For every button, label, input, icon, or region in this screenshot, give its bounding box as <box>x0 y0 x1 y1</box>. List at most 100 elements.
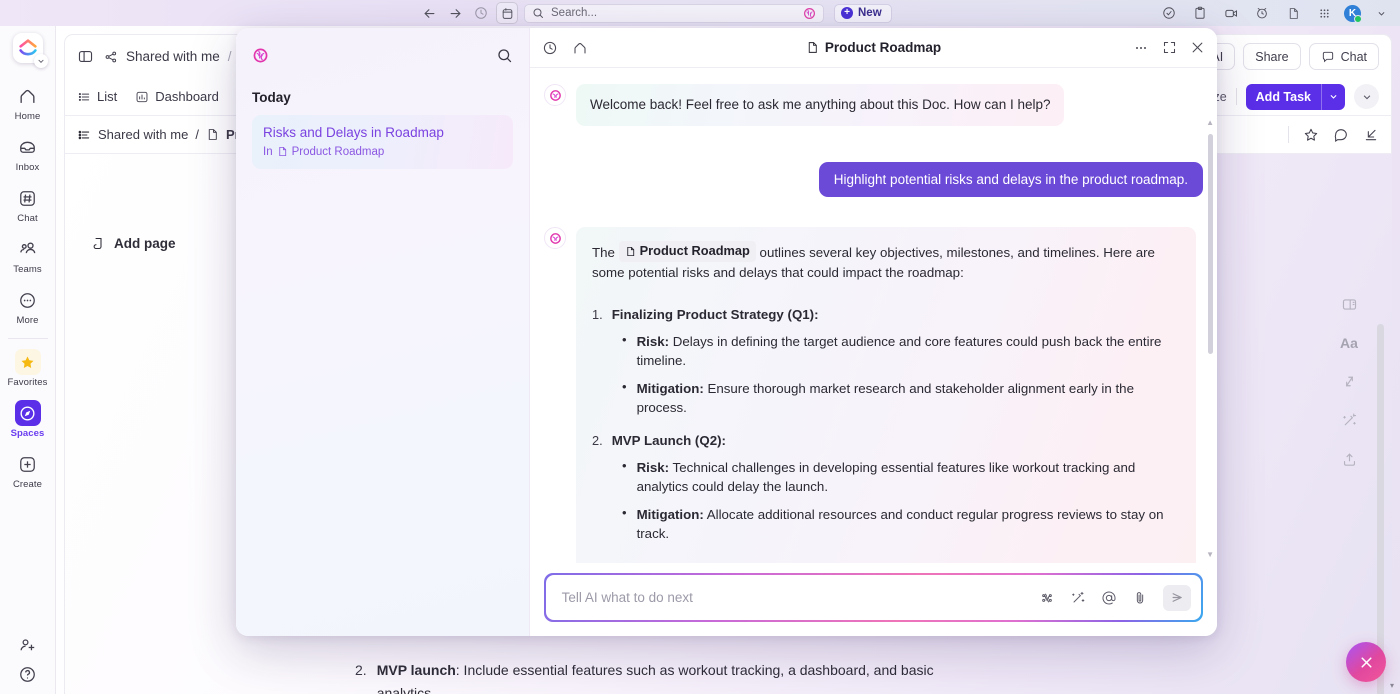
workspace-logo[interactable] <box>12 33 48 68</box>
sidebar-item-label: Home <box>14 111 41 122</box>
brain-ai-icon[interactable] <box>1039 590 1055 606</box>
app-grid-icon[interactable] <box>1313 2 1335 24</box>
divider <box>1288 126 1289 143</box>
sidebar-item-inbox[interactable]: Inbox <box>0 128 56 179</box>
tab-list-label: List <box>97 89 118 104</box>
left-sidebar: Home Inbox Chat Teams More Favorites Spa… <box>0 26 56 694</box>
ai-input-area: Tell AI what to do next <box>530 563 1217 636</box>
chevron-down-icon[interactable] <box>1370 2 1392 24</box>
magic-wand-icon[interactable] <box>1341 412 1358 429</box>
brain-ai-icon[interactable] <box>252 47 269 64</box>
panel-layout-icon[interactable] <box>1341 296 1358 313</box>
calendar-icon[interactable] <box>496 2 518 24</box>
chevron-down-icon[interactable] <box>1321 83 1345 110</box>
answer-risk-list: 1. Finalizing Product Strategy (Q1): • R… <box>592 305 1180 544</box>
ai-assistant-modal: Today Risks and Delays in Roadmap In Pro… <box>236 28 1217 636</box>
sidebar-item-teams[interactable]: Teams <box>0 230 56 281</box>
new-button[interactable]: + New <box>834 3 892 23</box>
clipboard-icon[interactable] <box>1189 2 1211 24</box>
document-icon[interactable] <box>1282 2 1304 24</box>
scroll-down-arrow[interactable]: ▼ <box>1206 550 1214 559</box>
video-camera-icon[interactable] <box>1220 2 1242 24</box>
forward-arrow-icon[interactable] <box>444 2 466 24</box>
close-icon[interactable] <box>1190 40 1205 55</box>
check-circle-icon[interactable] <box>1158 2 1180 24</box>
close-ai-fab-button[interactable] <box>1346 642 1386 682</box>
document-icon <box>625 246 636 257</box>
sidebar-item-favorites[interactable]: Favorites <box>0 343 56 394</box>
item-number: 1. <box>592 306 603 322</box>
doc-item-number: 2. <box>355 662 367 678</box>
send-button[interactable] <box>1163 584 1192 611</box>
ai-message-list[interactable]: Welcome back! Feel free to ask me anythi… <box>530 68 1217 563</box>
sidebar-item-chat[interactable]: Chat <box>0 179 56 230</box>
star-outline-icon[interactable] <box>1303 127 1319 143</box>
doc-reference-label: Product Roadmap <box>639 243 750 259</box>
back-arrow-icon[interactable] <box>418 2 440 24</box>
search-icon <box>532 7 544 19</box>
history-section-label: Today <box>252 90 291 105</box>
search-icon[interactable] <box>496 47 513 64</box>
invite-user-icon[interactable] <box>18 636 37 655</box>
add-task-label: Add Task <box>1255 89 1311 104</box>
comment-icon[interactable] <box>1333 127 1349 143</box>
relationships-icon[interactable] <box>1341 373 1358 390</box>
sidebar-item-more[interactable]: More <box>0 281 56 332</box>
doc-breadcrumb-root[interactable]: Shared with me <box>98 127 188 142</box>
conversation-scrollbar[interactable] <box>1208 134 1213 354</box>
document-scrollbar[interactable] <box>1377 324 1384 694</box>
add-page-button[interactable]: Add page <box>91 236 176 251</box>
bullet-text: Delays in defining the target audience a… <box>636 333 1162 368</box>
sidebar-item-spaces[interactable]: Spaces <box>0 394 56 445</box>
browser-right-icons: K <box>1158 2 1400 24</box>
add-task-button[interactable]: Add Task <box>1245 83 1345 110</box>
tab-dashboard[interactable]: Dashboard <box>135 89 219 104</box>
attachment-clip-icon[interactable] <box>1132 590 1148 606</box>
history-icon[interactable] <box>542 40 558 56</box>
tab-dashboard-label: Dashboard <box>155 89 219 104</box>
tab-list[interactable]: List <box>77 89 117 104</box>
doc-body-text[interactable]: 2. MVP launch: Include essential feature… <box>355 659 995 694</box>
more-options-button[interactable] <box>1354 84 1379 109</box>
dashboard-icon <box>135 90 149 104</box>
help-circle-icon[interactable] <box>18 665 37 684</box>
chat-bubble-icon <box>1321 50 1335 64</box>
avatar[interactable]: K <box>1344 4 1362 23</box>
chat-button[interactable]: Chat <box>1308 43 1379 70</box>
share-button[interactable]: Share <box>1243 43 1301 70</box>
sidebar-divider <box>7 338 48 339</box>
breadcrumb[interactable]: Shared with me / <box>104 49 232 64</box>
brain-ai-icon[interactable] <box>803 7 816 20</box>
browser-search-input[interactable]: Search... <box>524 3 824 23</box>
bullet-label: Mitigation: <box>636 507 704 523</box>
ai-input-gradient-border: Tell AI what to do next <box>544 573 1203 622</box>
history-entry[interactable]: Risks and Delays in Roadmap In Product R… <box>252 115 513 169</box>
bullet-dot: • <box>622 457 627 473</box>
sidebar-item-label: Create <box>12 479 43 490</box>
breadcrumb-root[interactable]: Shared with me <box>126 49 220 64</box>
magic-wand-icon[interactable] <box>1070 590 1086 606</box>
more-horizontal-icon[interactable] <box>1133 40 1149 56</box>
sidebar-item-create[interactable]: Create <box>0 445 56 496</box>
teams-people-icon <box>15 236 41 262</box>
mention-at-icon[interactable] <box>1101 590 1117 606</box>
alarm-clock-icon[interactable] <box>1251 2 1273 24</box>
list-item: 1. Finalizing Product Strategy (Q1): <box>592 305 1180 325</box>
add-page-icon <box>91 236 106 251</box>
history-icon[interactable] <box>470 2 492 24</box>
share-upload-icon[interactable] <box>1341 451 1358 468</box>
panel-toggle-icon[interactable] <box>77 48 94 65</box>
sidebar-item-label: Chat <box>17 213 38 224</box>
doc-reference-chip[interactable]: Product Roadmap <box>618 241 756 263</box>
item-title: MVP Launch (Q2): <box>611 432 726 448</box>
expand-icon[interactable] <box>1162 40 1177 55</box>
home-icon[interactable] <box>572 40 588 56</box>
chevron-down-icon[interactable] <box>33 54 48 68</box>
browser-search-placeholder: Search... <box>551 7 598 19</box>
scroll-up-arrow[interactable]: ▲ <box>1206 118 1214 127</box>
font-size-icon[interactable]: Aa <box>1340 335 1358 351</box>
ai-prompt-input[interactable]: Tell AI what to do next <box>545 574 1202 621</box>
sidebar-item-home[interactable]: Home <box>0 77 56 128</box>
more-dots-icon <box>15 287 41 313</box>
collapse-icon[interactable] <box>1363 127 1379 143</box>
